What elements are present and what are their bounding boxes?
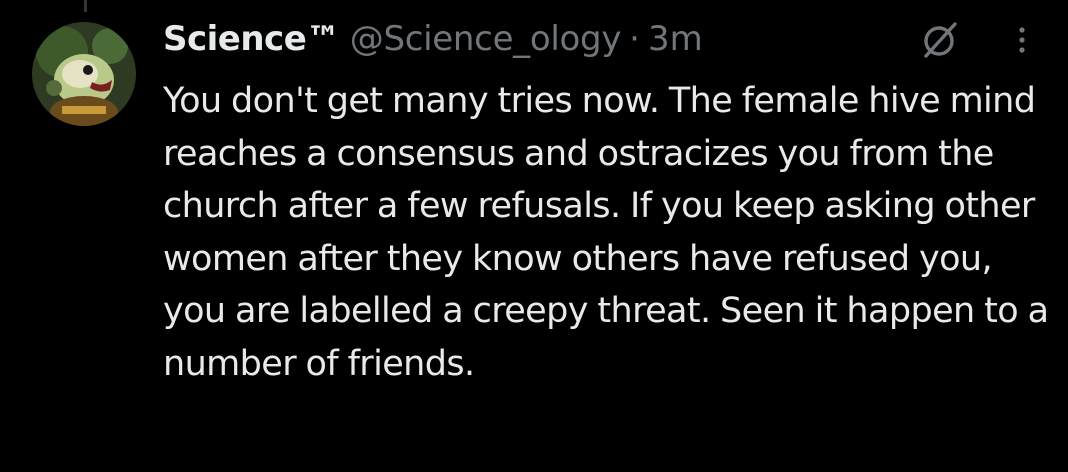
- thread-connector-line: [84, 0, 87, 12]
- tweet-timestamp[interactable]: 3m: [648, 19, 703, 59]
- separator-dot: ·: [629, 19, 640, 59]
- avatar[interactable]: [32, 22, 136, 126]
- tweet-body: You don't get many tries now. The female…: [163, 81, 1049, 384]
- grok-icon[interactable]: [918, 20, 962, 60]
- author-handle[interactable]: @Science_ology: [350, 19, 622, 59]
- avatar-image: [32, 22, 136, 126]
- more-options-icon[interactable]: [1010, 18, 1034, 62]
- author-name[interactable]: Science™: [163, 19, 340, 59]
- tweet-header: Science™ @Science_ology · 3m: [163, 14, 703, 64]
